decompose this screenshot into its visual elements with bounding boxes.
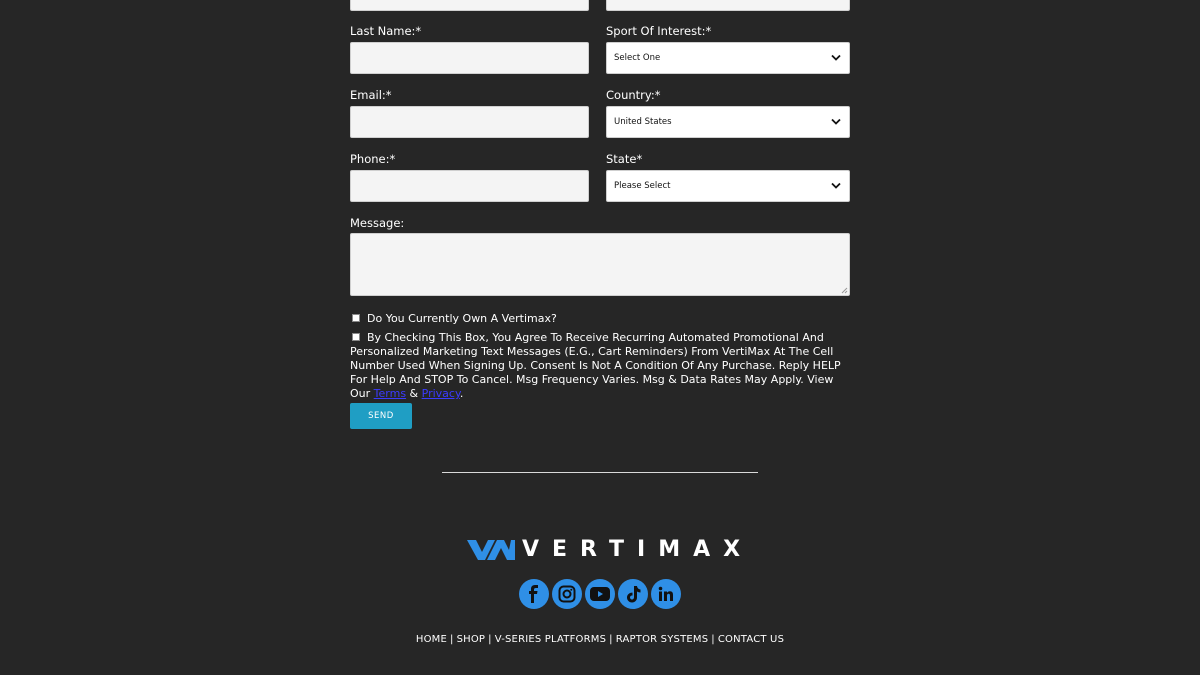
youtube-icon[interactable] [585, 579, 615, 609]
send-button[interactable]: SEND [350, 403, 412, 429]
privacy-link[interactable]: Privacy [422, 387, 460, 400]
nav-separator: | [609, 634, 613, 645]
vertimax-logo[interactable]: VERTIMAX [467, 536, 740, 564]
phone-input[interactable] [350, 170, 589, 202]
last-name-input[interactable] [350, 42, 589, 74]
state-label: State* [606, 152, 643, 166]
footer-link-v-series[interactable]: V-SERIES PLATFORMS [495, 634, 606, 645]
state-select-value: Please Select [614, 181, 671, 191]
state-select[interactable]: Please Select [606, 170, 850, 202]
message-label: Message: [350, 216, 405, 230]
nav-separator: | [488, 634, 492, 645]
sport-select[interactable]: Select One [606, 42, 850, 74]
social-links [519, 579, 683, 609]
top-right-input[interactable] [606, 0, 850, 11]
linkedin-icon[interactable] [651, 579, 681, 609]
sport-label: Sport Of Interest:* [606, 24, 712, 38]
vertimax-logo-mark-icon [467, 540, 515, 560]
footer-link-shop[interactable]: SHOP [457, 634, 486, 645]
own-vertimax-label: Do You Currently Own A Vertimax? [367, 312, 557, 325]
footer-divider [442, 472, 758, 473]
nav-separator: | [450, 634, 454, 645]
footer-nav: HOME | SHOP | V-SERIES PLATFORMS | RAPTOR SYST… [0, 634, 1200, 645]
phone-label: Phone:* [350, 152, 396, 166]
period-text: . [459, 387, 464, 400]
nav-separator: | [711, 634, 715, 645]
vertimax-logo-text: VERTIMAX [522, 537, 754, 562]
footer-link-contact[interactable]: CONTACT US [718, 634, 784, 645]
amp-text: & [406, 387, 422, 400]
country-select[interactable]: United States [606, 106, 850, 138]
sms-consent-text: By Checking This Box, You Agree To Recei… [350, 331, 850, 401]
email-input[interactable] [350, 106, 589, 138]
footer-link-home[interactable]: HOME [416, 634, 447, 645]
terms-link[interactable]: Terms [374, 387, 406, 400]
resize-handle-icon[interactable] [841, 287, 848, 294]
message-textarea[interactable] [350, 233, 850, 296]
country-select-value: United States [614, 117, 672, 127]
footer-link-raptor[interactable]: RAPTOR SYSTEMS [616, 634, 709, 645]
chevron-down-icon [831, 118, 841, 125]
tiktok-icon[interactable] [618, 579, 648, 609]
instagram-icon[interactable] [552, 579, 582, 609]
country-label: Country:* [606, 88, 661, 102]
own-vertimax-checkbox[interactable] [352, 314, 360, 322]
last-name-label: Last Name:* [350, 24, 422, 38]
email-label: Email:* [350, 88, 392, 102]
facebook-icon[interactable] [519, 579, 549, 609]
chevron-down-icon [831, 182, 841, 189]
chevron-down-icon [831, 54, 841, 61]
sport-select-value: Select One [614, 53, 661, 63]
first-name-input[interactable] [350, 0, 589, 11]
